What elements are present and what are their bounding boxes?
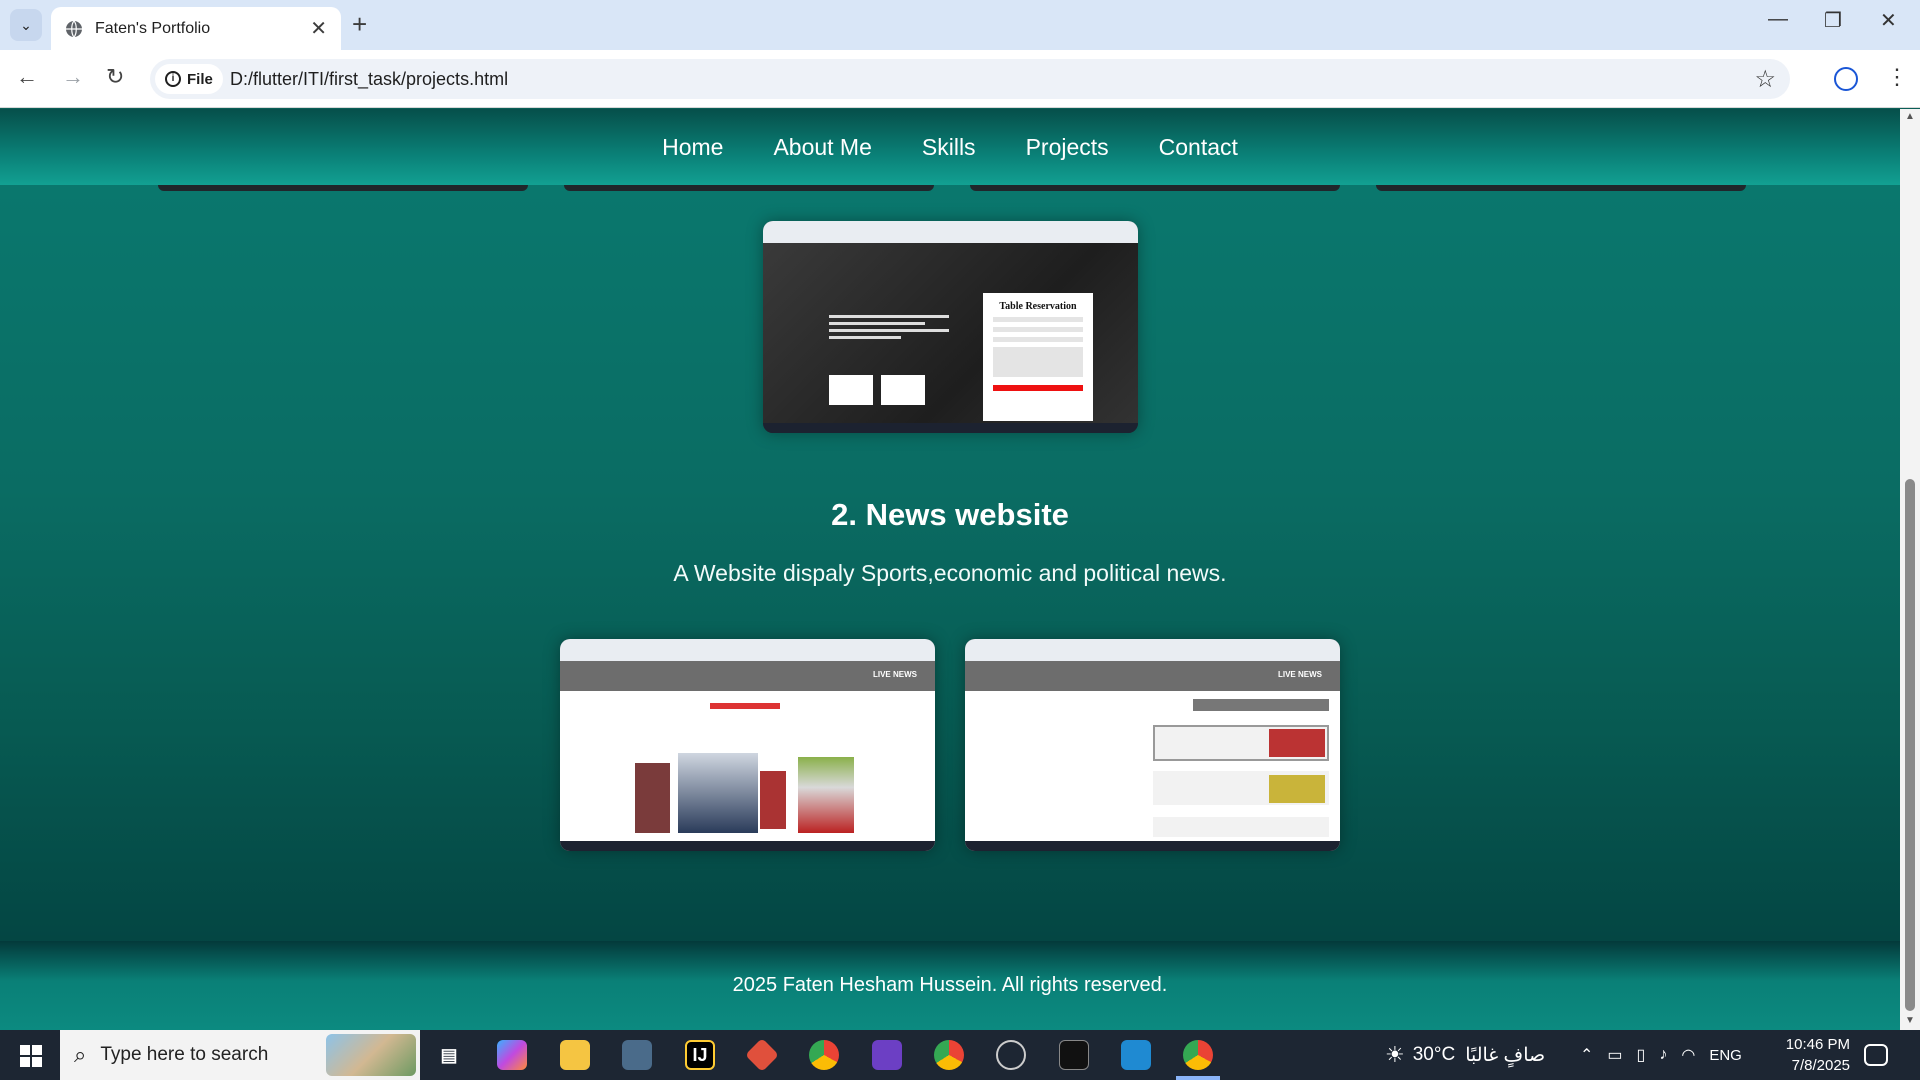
calculator-icon[interactable] <box>622 1040 652 1070</box>
search-highlight-image <box>326 1034 416 1076</box>
page-scrollbar[interactable]: ▲ ▼ <box>1900 109 1920 1030</box>
active-app-indicator <box>1176 1076 1220 1080</box>
nav-contact[interactable]: Contact <box>1159 134 1238 161</box>
nav-skills[interactable]: Skills <box>922 134 976 161</box>
footer-copyright: 2025 Faten Hesham Hussein. All rights re… <box>732 974 1168 996</box>
copilot-icon[interactable] <box>497 1040 527 1070</box>
chevron-up-icon[interactable]: ⌃ <box>1580 1045 1593 1065</box>
project-title: 2. News website <box>831 497 1069 532</box>
volume-icon[interactable]: ♪ <box>1659 1046 1667 1064</box>
obs-icon[interactable] <box>996 1040 1026 1070</box>
scrollbar-thumb[interactable] <box>1905 479 1915 1011</box>
taskbar-search-box[interactable]: ⌕ Type here to search <box>60 1030 420 1080</box>
scroll-up-icon[interactable]: ▲ <box>1905 111 1915 122</box>
nav-home[interactable]: Home <box>662 134 723 161</box>
minimize-icon[interactable]: — <box>1768 8 1788 31</box>
task-view-icon[interactable]: ▤ <box>434 1040 464 1070</box>
weather-widget[interactable]: ☀ 30°C صافٍ غالبًا <box>1385 1030 1545 1080</box>
close-window-icon[interactable]: ✕ <box>1880 8 1897 33</box>
reload-icon[interactable]: ↻ <box>106 64 124 90</box>
info-icon: i <box>165 71 181 87</box>
page-viewport: Home About Me Skills Projects Contact Ta… <box>0 109 1900 1030</box>
file-explorer-icon[interactable] <box>560 1040 590 1070</box>
site-info-chip[interactable]: i File <box>155 64 223 94</box>
bookmark-star-icon[interactable]: ☆ <box>1754 65 1776 94</box>
intellij-icon[interactable]: IJ <box>685 1040 715 1070</box>
weather-icon: ☀ <box>1385 1042 1405 1067</box>
site-footer: 2025 Faten Hesham Hussein. All rights re… <box>0 941 1900 1030</box>
vscode-icon[interactable] <box>1121 1040 1151 1070</box>
browser-toolbar: ← → ↻ i File D:/flutter/ITI/first_task/p… <box>0 50 1920 108</box>
live-news-label: LIVE NEWS <box>872 670 917 679</box>
taskbar-search-placeholder: Type here to search <box>100 1044 269 1065</box>
device-icon[interactable]: ▯ <box>1637 1045 1646 1065</box>
site-info-label: File <box>187 70 213 88</box>
browser-tab[interactable]: Faten's Portfolio ✕ <box>51 7 341 50</box>
site-navbar: Home About Me Skills Projects Contact <box>0 109 1900 185</box>
new-tab-button[interactable]: + <box>352 10 367 38</box>
profile-icon[interactable] <box>1834 67 1858 91</box>
windows-start-icon[interactable] <box>20 1045 42 1067</box>
reservation-form-image: Table Reservation <box>983 293 1093 421</box>
git-icon[interactable] <box>745 1038 779 1072</box>
search-icon: ⌕ <box>74 1042 87 1067</box>
taskbar-clock[interactable]: 10:46 PM 7/8/2025 <box>1770 1034 1850 1076</box>
weather-text: صافٍ غالبًا <box>1465 1044 1546 1066</box>
tab-search-button[interactable]: ⌄ <box>10 9 42 41</box>
tab-title: Faten's Portfolio <box>95 19 211 37</box>
terminal-icon[interactable] <box>1059 1040 1089 1070</box>
news-screenshot: LIVE NEWS <box>560 639 935 851</box>
back-arrow-icon[interactable]: ← <box>16 64 38 90</box>
visual-studio-icon[interactable] <box>872 1040 902 1070</box>
chrome-icon[interactable] <box>1183 1040 1213 1070</box>
forward-arrow-icon[interactable]: → <box>62 64 84 90</box>
chevron-down-icon: ⌄ <box>20 16 32 33</box>
close-tab-icon[interactable]: ✕ <box>310 16 327 41</box>
chrome-profile-f-icon[interactable] <box>934 1040 964 1070</box>
nav-about-me[interactable]: About Me <box>773 134 871 161</box>
language-indicator[interactable]: ENG <box>1709 1047 1742 1064</box>
windows-taskbar: ⌕ Type here to search ▤ IJ ☀ 30°C صافٍ غ… <box>0 1030 1920 1080</box>
globe-icon <box>66 20 82 37</box>
restore-icon[interactable]: ❐ <box>1824 8 1842 33</box>
clock-time: 10:46 PM <box>1785 1036 1850 1053</box>
notification-icon[interactable] <box>1864 1044 1888 1066</box>
nav-projects[interactable]: Projects <box>1026 134 1109 161</box>
reservation-form-title: Table Reservation <box>999 301 1077 312</box>
cafe-reservation-screenshot: Table Reservation <box>763 221 1138 433</box>
battery-icon[interactable]: ▭ <box>1607 1045 1622 1065</box>
scroll-down-icon[interactable]: ▼ <box>1905 1015 1915 1026</box>
project-description: A Website dispaly Sports,economic and po… <box>673 560 1227 586</box>
clock-date: 7/8/2025 <box>1791 1057 1850 1074</box>
wifi-icon[interactable]: ◠ <box>1681 1045 1695 1065</box>
system-tray: ⌃ ▭ ▯ ♪ ◠ ENG <box>1580 1030 1742 1080</box>
weather-temp: 30°C <box>1412 1044 1456 1065</box>
menu-kebab-icon[interactable]: ⋮ <box>1886 64 1908 90</box>
browser-tab-strip: ⌄ Faten's Portfolio ✕ + — ❐ ✕ <box>0 0 1920 50</box>
chrome-profile-icon[interactable] <box>809 1040 839 1070</box>
address-bar[interactable]: i File D:/flutter/ITI/first_task/project… <box>150 59 1790 99</box>
news-screenshot: LIVE NEWS <box>965 639 1340 851</box>
url-text[interactable]: D:/flutter/ITI/first_task/projects.html <box>230 69 508 90</box>
